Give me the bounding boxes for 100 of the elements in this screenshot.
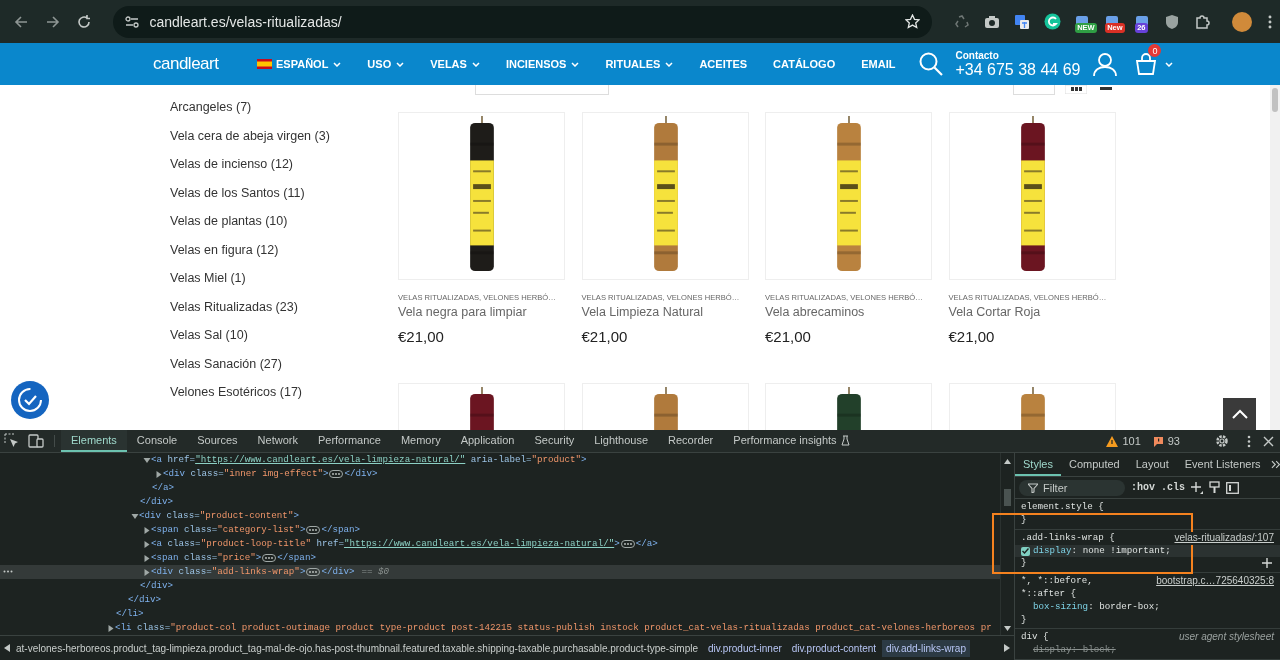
warning-icon[interactable] [1106, 435, 1119, 447]
nav-link[interactable]: INCIENSOS [505, 58, 580, 70]
ellipsis-icon[interactable] [329, 470, 344, 478]
nav-link[interactable]: EMAIL [861, 58, 896, 70]
scrollbar-thumb[interactable] [1272, 88, 1278, 112]
puzzle-icon[interactable] [1194, 13, 1211, 30]
ellipsis-icon[interactable] [306, 526, 321, 534]
breadcrumb[interactable]: div.product-inner [704, 639, 786, 657]
device-toolbar-icon[interactable] [28, 434, 44, 448]
category-link[interactable]: Velas de los Santos (11) [170, 178, 398, 207]
breadcrumb[interactable]: div.product-content [787, 639, 881, 657]
add-rule-icon[interactable] [1191, 481, 1204, 494]
category-link[interactable]: Velas Sal (10) [170, 321, 398, 350]
dom-tree-row[interactable]: <a href="https://www.candleart.es/vela-limpieza-natural/" aria-label="product"> [0, 453, 1000, 467]
language-menu[interactable]: ESPAÑOL [276, 58, 342, 70]
breadcrumb[interactable]: div.add-links-wrap [882, 639, 970, 657]
reload-icon[interactable] [77, 14, 92, 29]
collapse-triangle-icon[interactable] [143, 456, 151, 464]
back-icon[interactable] [13, 14, 28, 29]
dom-tree-row[interactable]: <div class="product-content"> [0, 509, 1000, 523]
checkbox[interactable] [1021, 546, 1030, 556]
devtools-tab[interactable]: Lighthouse [584, 430, 659, 452]
product-title[interactable]: Vela Limpieza Natural [581, 305, 749, 319]
category-link[interactable]: Velas Miel (1) [170, 264, 398, 293]
nav-link[interactable]: RITUALES [605, 58, 674, 70]
phone-number[interactable]: +34 675 38 44 69 [955, 60, 1081, 79]
camera-icon[interactable] [984, 14, 1001, 29]
scrollbar[interactable] [1000, 453, 1014, 635]
bookmark-star-icon[interactable] [905, 14, 921, 29]
menu-icon[interactable] [1268, 14, 1272, 29]
expand-triangle-icon[interactable] [143, 540, 151, 548]
sidebar-tab[interactable]: Event Listeners [1176, 453, 1269, 477]
scroll-up-icon[interactable] [1004, 459, 1011, 464]
css-declaration[interactable]: display: block; [1015, 644, 1280, 657]
dom-tree-row[interactable]: <span class="category-list"> </span> [0, 523, 1000, 537]
source-link[interactable]: velas-ritualizadas/:107 [1174, 531, 1274, 545]
more-tabs-icon[interactable] [1270, 460, 1280, 470]
paint-brush-icon[interactable] [1209, 481, 1221, 495]
expand-triangle-icon[interactable] [155, 470, 163, 478]
address-bar[interactable]: candleart.es/velas-ritualizadas/ [113, 5, 933, 38]
devtools-tab[interactable]: Performance [307, 430, 391, 452]
css-declaration[interactable]: box-sizing: border-box; [1015, 600, 1280, 614]
profile-avatar[interactable] [1232, 11, 1253, 32]
scroll-down-icon[interactable] [1004, 626, 1011, 631]
scroll-left-icon[interactable] [4, 644, 10, 652]
translate-icon[interactable] [1014, 13, 1031, 30]
devtools-tab[interactable]: Memory [390, 430, 451, 452]
add-property-icon[interactable] [1262, 558, 1272, 569]
more-options-icon[interactable] [1247, 434, 1251, 448]
ellipsis-icon[interactable] [262, 554, 277, 562]
shield-icon[interactable] [1165, 13, 1180, 30]
category-link[interactable]: Velas de incienso (12) [170, 150, 398, 179]
grid-view-icon[interactable] [1065, 85, 1087, 94]
category-link[interactable]: Arcangeles (7) [170, 93, 398, 122]
dom-tree-row[interactable]: <div class="inner img-effect"> </div> [0, 467, 1000, 481]
product-title[interactable]: Vela negra para limpiar [398, 305, 565, 319]
devtools-tab[interactable]: Elements [61, 430, 127, 452]
category-link[interactable]: Velas Sanación (27) [170, 349, 398, 378]
product-title[interactable]: Vela Cortar Roja [948, 305, 1116, 319]
scroll-to-top-button[interactable] [1223, 398, 1256, 430]
expand-triangle-icon[interactable] [107, 624, 115, 632]
devtools-tab[interactable]: Recorder [658, 430, 724, 452]
more-icon[interactable] [3, 570, 13, 573]
forward-icon[interactable] [45, 14, 60, 29]
error-count[interactable]: 93 [1167, 435, 1180, 447]
category-link[interactable]: Velas en figura (12) [170, 235, 398, 264]
ellipsis-icon[interactable] [620, 540, 635, 548]
accessibility-button[interactable] [11, 381, 49, 419]
site-info-icon[interactable] [125, 15, 140, 28]
category-link[interactable]: Velas de plantas (10) [170, 207, 398, 236]
close-icon[interactable] [1263, 435, 1274, 447]
scrollbar-thumb[interactable] [1004, 489, 1011, 506]
style-toggle[interactable]: :hov [1131, 482, 1155, 494]
dom-tree-row[interactable]: <a class="product-loop-title" href="https://www.candleart.es/vela-limpieza-natural/"> </a> [0, 537, 1000, 551]
source-link[interactable]: bootstrap.c…725640325:8 [1156, 575, 1274, 588]
nav-link[interactable]: VELAS [430, 58, 480, 70]
style-toggle[interactable]: .cls [1161, 482, 1186, 494]
scroll-right-icon[interactable] [1004, 644, 1010, 652]
inspect-element-icon[interactable] [4, 433, 20, 449]
expand-triangle-icon[interactable] [143, 554, 151, 562]
user-icon[interactable] [1093, 52, 1118, 76]
css-declaration[interactable]: display: none !important; [1015, 544, 1280, 558]
expand-triangle-icon[interactable] [143, 526, 151, 534]
devtools-tab[interactable]: Security [524, 430, 585, 452]
category-link[interactable]: Vela cera de abeja virgen (3) [170, 121, 398, 150]
breadcrumb[interactable]: at-velones-herboreos.product_tag-limpieza.product_tag-mal-de-ojo.has-post-thumbnail.featured.taxable.shipping-taxable.purchasable.product-type-simple [12, 639, 703, 657]
filter-field[interactable]: Filter [1019, 479, 1125, 496]
scrollbar[interactable] [1270, 85, 1280, 430]
search-icon[interactable] [919, 52, 944, 76]
error-icon[interactable] [1152, 435, 1164, 447]
sidebar-toggle-icon[interactable] [1226, 481, 1240, 494]
sidebar-tab[interactable]: Styles [1015, 453, 1061, 477]
category-link[interactable]: Velas Ritualizadas (23) [170, 292, 398, 321]
expand-triangle-icon[interactable] [143, 568, 151, 576]
dom-tree-row[interactable]: <span class="price"> </span> [0, 551, 1000, 565]
settings-icon[interactable] [1215, 434, 1229, 448]
sidebar-tab[interactable]: Computed [1060, 453, 1128, 477]
warning-count[interactable]: 101 [1122, 435, 1141, 447]
devtools-tab[interactable]: Application [450, 430, 525, 452]
nav-link[interactable]: CATÁLOGO [773, 58, 836, 70]
